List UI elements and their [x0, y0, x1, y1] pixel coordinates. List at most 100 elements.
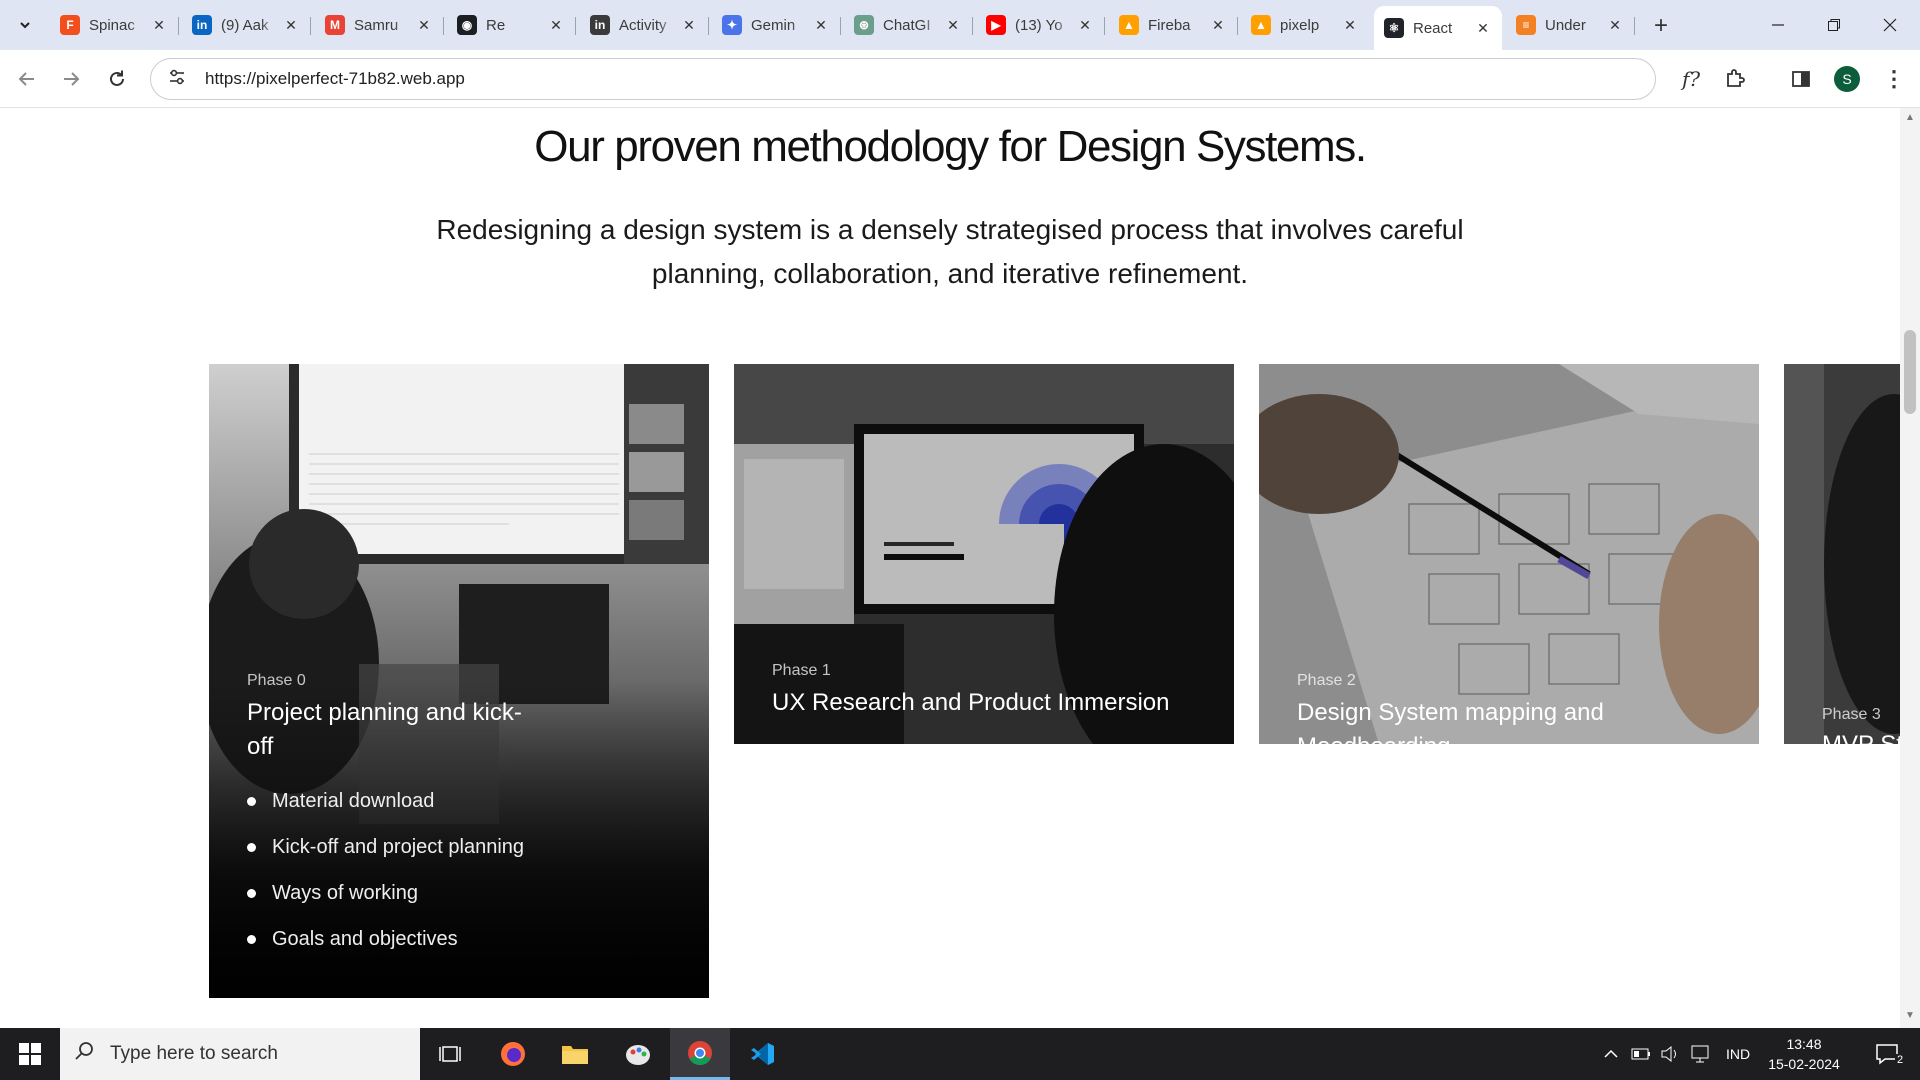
- close-tab-icon[interactable]: ✕: [415, 16, 433, 34]
- task-view-button[interactable]: [420, 1028, 480, 1080]
- system-clock[interactable]: 13:48 15-02-2024: [1762, 1034, 1846, 1074]
- clock-time: 13:48: [1786, 1036, 1822, 1052]
- react-icon: ⚛: [1384, 18, 1404, 38]
- input-language[interactable]: IND: [1720, 1028, 1756, 1080]
- phase-card-1[interactable]: Phase 1 UX Research and Product Immersio…: [734, 364, 1234, 744]
- network-icon[interactable]: [1688, 1028, 1714, 1080]
- tab-title: Samru: [354, 16, 399, 34]
- close-tab-icon[interactable]: ✕: [547, 16, 565, 34]
- file-explorer-app[interactable]: [545, 1028, 605, 1080]
- vscode-icon: [751, 1043, 774, 1065]
- list-item: Ways of working: [247, 870, 524, 916]
- browser-tab[interactable]: ⚛ React ✕: [1374, 6, 1502, 50]
- address-bar[interactable]: https://pixelperfect-71b82.web.app: [150, 58, 1656, 100]
- phase-title: Design System mapping and Moodboarding: [1297, 699, 1604, 744]
- close-tab-icon[interactable]: ✕: [150, 16, 168, 34]
- chatgpt-icon: ⊛: [854, 15, 874, 35]
- close-tab-icon[interactable]: ✕: [1076, 16, 1094, 34]
- browser-tab[interactable]: M Samru ✕: [315, 9, 444, 41]
- browser-tab[interactable]: ≡ Under ✕: [1506, 9, 1635, 41]
- tab-separator: [1104, 17, 1105, 35]
- vertical-scrollbar[interactable]: ▲ ▼: [1900, 108, 1920, 1028]
- section-subtext: Redesigning a design system is a densely…: [436, 214, 1464, 289]
- site-info-icon[interactable]: [157, 69, 197, 89]
- battery-icon[interactable]: [1628, 1028, 1654, 1080]
- phase-card-3[interactable]: Phase 3 MVP St: [1784, 364, 1900, 744]
- phase-card-0[interactable]: Phase 0 Project planning and kick-off Ma…: [209, 364, 709, 998]
- browser-tab[interactable]: ▶ (13) Yo ✕: [976, 9, 1105, 41]
- close-tab-icon[interactable]: ✕: [1606, 16, 1624, 34]
- phase-card-2[interactable]: Phase 2 Design System mapping and Moodbo…: [1259, 364, 1759, 744]
- extensions-button[interactable]: [1720, 64, 1750, 94]
- chrome-app[interactable]: [670, 1028, 730, 1080]
- figma-icon: F: [60, 15, 80, 35]
- back-button[interactable]: [12, 64, 42, 94]
- arrow-right-icon: [64, 72, 80, 86]
- close-icon: [1883, 18, 1897, 32]
- close-tab-icon[interactable]: ✕: [812, 16, 830, 34]
- close-tab-icon[interactable]: ✕: [680, 16, 698, 34]
- close-tab-icon[interactable]: ✕: [1341, 16, 1359, 34]
- list-item: Goals and objectives: [247, 916, 524, 962]
- notifications-button[interactable]: 2: [1862, 1028, 1914, 1080]
- browser-tab[interactable]: F Spinac ✕: [50, 9, 179, 41]
- search-placeholder: Type here to search: [110, 1043, 278, 1064]
- menu-button[interactable]: ⋮: [1879, 64, 1909, 94]
- paint-app[interactable]: [608, 1028, 668, 1080]
- reload-button[interactable]: [102, 64, 132, 94]
- chevron-down-icon: [20, 22, 30, 29]
- phase-title: MVP St: [1822, 728, 1900, 744]
- tab-separator: [840, 17, 841, 35]
- tab-title: Gemin: [751, 16, 796, 34]
- browser-tab[interactable]: in (9) Aak ✕: [182, 9, 311, 41]
- tab-title: Re: [486, 16, 506, 34]
- tab-title: Fireba: [1148, 16, 1191, 34]
- restore-button[interactable]: [1806, 0, 1862, 50]
- gemini-icon: ✦: [722, 15, 742, 35]
- clock-date: 15-02-2024: [1768, 1056, 1840, 1072]
- scrollbar-thumb[interactable]: [1904, 330, 1916, 414]
- browser-tab[interactable]: ▲ Fireba ✕: [1109, 9, 1238, 41]
- url-text: https://pixelperfect-71b82.web.app: [205, 69, 465, 88]
- tab-separator: [178, 17, 179, 35]
- tab-title: (13) Yo: [1015, 16, 1063, 34]
- tab-title: (9) Aak: [221, 16, 269, 34]
- windows-taskbar: Type here to search IND 13:48 15-02-2024…: [0, 1028, 1920, 1080]
- new-tab-button[interactable]: +: [1647, 12, 1675, 40]
- taskbar-search[interactable]: Type here to search: [60, 1028, 420, 1080]
- browser-tab[interactable]: ◉ Re ✕: [447, 9, 576, 41]
- side-panel-button[interactable]: [1786, 64, 1816, 94]
- close-tab-icon[interactable]: ✕: [1209, 16, 1227, 34]
- formula-extension-icon[interactable]: f?: [1676, 64, 1706, 94]
- scroll-up-icon[interactable]: ▲: [1900, 112, 1920, 128]
- minimize-button[interactable]: [1750, 0, 1806, 50]
- close-tab-icon[interactable]: ✕: [944, 16, 962, 34]
- close-tab-icon[interactable]: ✕: [1474, 19, 1492, 37]
- tab-title: Spinac: [89, 16, 135, 34]
- close-tab-icon[interactable]: ✕: [282, 16, 300, 34]
- browser-tab[interactable]: ✦ Gemin ✕: [712, 9, 841, 41]
- scroll-down-icon[interactable]: ▼: [1900, 1010, 1920, 1026]
- list-item: Kick-off and project planning: [247, 824, 524, 870]
- tab-separator: [972, 17, 973, 35]
- vscode-app[interactable]: [732, 1028, 792, 1080]
- profile-avatar[interactable]: S: [1834, 66, 1860, 92]
- section-heading: Our proven methodology for Design System…: [534, 122, 1367, 171]
- restore-icon: [1828, 19, 1840, 31]
- browser-tab[interactable]: ▲ pixelp ✕: [1241, 9, 1369, 41]
- show-hidden-icons[interactable]: [1598, 1028, 1624, 1080]
- browser-tab[interactable]: in Activity ✕: [580, 9, 709, 41]
- close-window-button[interactable]: [1862, 0, 1918, 50]
- side-panel-icon: [1792, 71, 1810, 87]
- github-icon: ◉: [457, 15, 477, 35]
- start-button[interactable]: [0, 1028, 60, 1080]
- browser-tab[interactable]: ⊛ ChatGI ✕: [844, 9, 973, 41]
- puzzle-icon: [1727, 69, 1745, 87]
- volume-icon[interactable]: [1658, 1028, 1684, 1080]
- tab-search-button[interactable]: [8, 8, 42, 42]
- forward-button[interactable]: [56, 64, 86, 94]
- tab-title: Under: [1545, 16, 1586, 34]
- chevron-up-icon: [1604, 1049, 1618, 1058]
- folder-icon: [562, 1046, 588, 1064]
- firefox-app[interactable]: [483, 1028, 543, 1080]
